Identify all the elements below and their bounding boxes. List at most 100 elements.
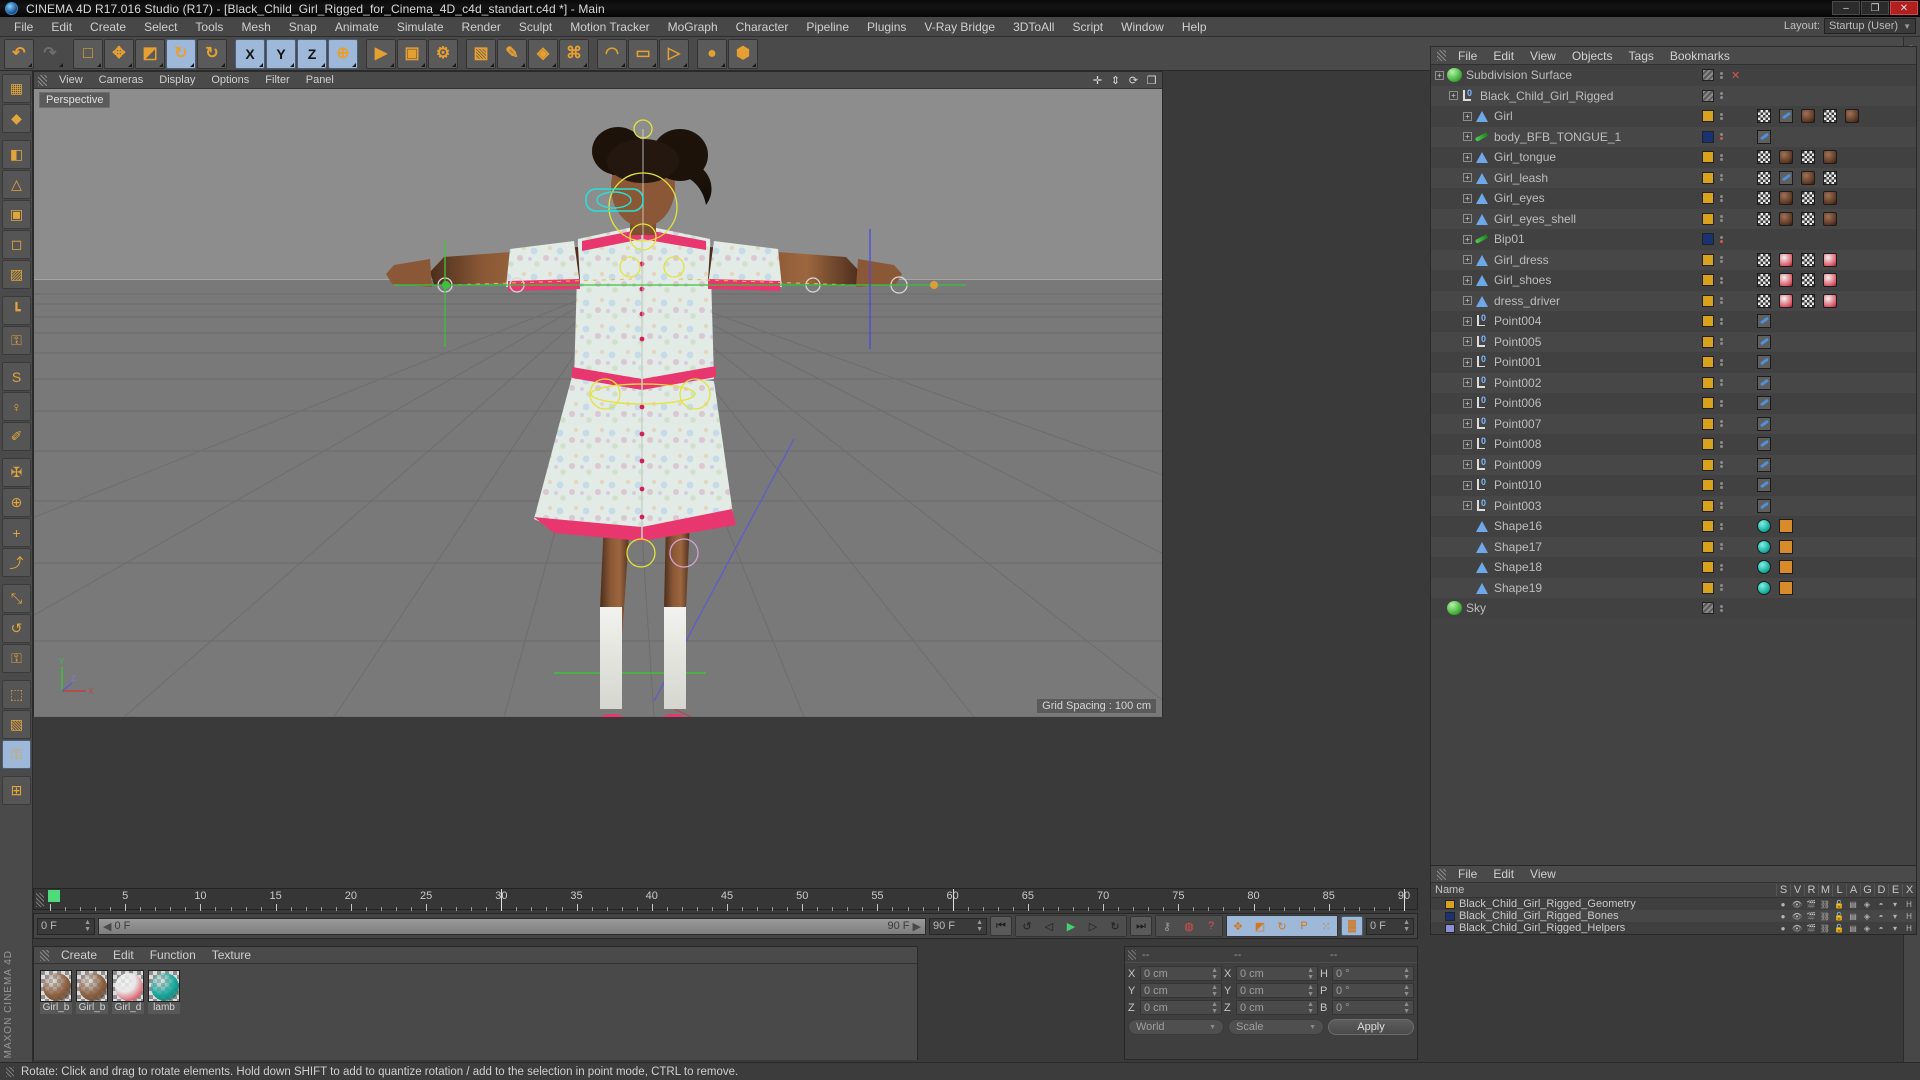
visibility-dots[interactable] bbox=[1720, 522, 1723, 530]
workplane-tool[interactable]: ┗ bbox=[2, 296, 31, 325]
scale-button[interactable]: ◩ bbox=[135, 38, 165, 69]
keyframe-selection-button[interactable]: ? bbox=[1200, 916, 1222, 936]
object-row-tags[interactable] bbox=[1696, 188, 1916, 209]
layer-column-a[interactable]: A bbox=[1846, 884, 1860, 896]
layer-color-swatch[interactable] bbox=[1702, 171, 1714, 184]
expand-toggle-icon[interactable]: + bbox=[1449, 91, 1458, 101]
timeline-current-frame-marker[interactable] bbox=[48, 890, 60, 902]
texture-axis-tool[interactable]: ▦ bbox=[2, 74, 31, 103]
menu-sculpt[interactable]: Sculpt bbox=[510, 17, 561, 37]
bend-deformer-button[interactable]: ◠ bbox=[597, 38, 627, 69]
object-tag-checker-icon[interactable] bbox=[1757, 109, 1771, 124]
expand-toggle-icon[interactable]: + bbox=[1463, 439, 1472, 449]
stepper-icon[interactable]: ▲ ▼ bbox=[1211, 984, 1218, 998]
minimize-button[interactable]: – bbox=[1832, 1, 1860, 15]
object-tag-checker-icon[interactable] bbox=[1801, 150, 1815, 165]
editor-visibility-dot[interactable] bbox=[1720, 235, 1723, 239]
autokey-button[interactable]: ◍ bbox=[1178, 916, 1200, 936]
expand-toggle-icon[interactable]: + bbox=[1463, 152, 1472, 162]
snap-tool[interactable]: S bbox=[2, 362, 31, 391]
apply-button[interactable]: Apply bbox=[1328, 1019, 1414, 1035]
object-tag-wrench-icon[interactable] bbox=[1757, 375, 1771, 390]
render-visibility-dot[interactable] bbox=[1720, 485, 1723, 489]
animation-layer-tool[interactable]: ⬚ bbox=[2, 680, 31, 709]
visibility-dots[interactable] bbox=[1720, 604, 1723, 612]
layer-color-swatch[interactable] bbox=[1702, 253, 1714, 266]
dropdown-corner-icon[interactable] bbox=[321, 62, 325, 67]
render-visibility-dot[interactable] bbox=[1720, 321, 1723, 325]
object-tag-skin-icon[interactable] bbox=[1801, 109, 1815, 124]
layer-color-swatch[interactable] bbox=[1702, 274, 1714, 287]
stepper-icon[interactable]: ▲ ▼ bbox=[976, 919, 983, 933]
editor-visibility-dot[interactable] bbox=[1720, 563, 1723, 567]
object-tag-wrench-icon[interactable] bbox=[1757, 416, 1771, 431]
menu-mesh[interactable]: Mesh bbox=[232, 17, 279, 37]
layer-column-v[interactable]: V bbox=[1790, 884, 1804, 896]
visibility-dots[interactable] bbox=[1720, 276, 1723, 284]
object-tag-wrench-icon[interactable] bbox=[1757, 498, 1771, 513]
dropdown-corner-icon[interactable] bbox=[752, 62, 756, 67]
layer-color-swatch[interactable] bbox=[1702, 417, 1714, 430]
object-tag-skin-icon[interactable] bbox=[1779, 191, 1793, 206]
axis-y-button[interactable]: Y bbox=[266, 38, 296, 69]
light-button[interactable]: ● bbox=[697, 38, 727, 69]
dropdown-corner-icon[interactable] bbox=[521, 62, 525, 67]
layer-toggle-r-icon[interactable]: 🎬 bbox=[1804, 924, 1818, 933]
dropdown-corner-icon[interactable] bbox=[583, 62, 587, 67]
panel-grip-icon[interactable] bbox=[36, 893, 44, 907]
layer-toggle-l-icon[interactable]: 🔓 bbox=[1832, 924, 1846, 933]
layer-color-swatch[interactable] bbox=[1702, 499, 1714, 512]
layer-column-e[interactable]: E bbox=[1888, 884, 1902, 896]
object-tag-dotgray-icon[interactable] bbox=[1779, 580, 1793, 595]
visibility-dots[interactable] bbox=[1720, 440, 1723, 448]
stepper-icon[interactable]: ▲ ▼ bbox=[1307, 967, 1314, 981]
editor-visibility-dot[interactable] bbox=[1720, 502, 1723, 506]
model-mode-tool[interactable]: ▣ bbox=[2, 200, 31, 229]
layer-color-swatch[interactable] bbox=[1702, 192, 1714, 205]
viewport-menu-options[interactable]: Options bbox=[203, 72, 257, 89]
render-visibility-dot[interactable] bbox=[1720, 526, 1723, 530]
visibility-dots[interactable] bbox=[1720, 256, 1723, 264]
layer-toggle-m-icon[interactable]: ⛓ bbox=[1818, 900, 1832, 909]
timeline-scrubber[interactable]: ◀ 0 F 90 F ▶ bbox=[98, 917, 926, 935]
expand-toggle-icon[interactable]: + bbox=[1463, 501, 1472, 511]
viewport-menu-view[interactable]: View bbox=[51, 72, 91, 89]
expand-toggle-icon[interactable]: + bbox=[1463, 111, 1472, 121]
layer-column-g[interactable]: G bbox=[1860, 884, 1874, 896]
object-row[interactable]: +0 Point005 bbox=[1431, 331, 1696, 352]
object-row[interactable]: + body_BFB_TONGUE_1 bbox=[1431, 126, 1696, 147]
layer-menu-file[interactable]: File bbox=[1450, 866, 1485, 883]
enable-axis-tool[interactable]: ⊕ bbox=[2, 488, 31, 517]
expand-toggle-icon[interactable]: + bbox=[1463, 255, 1472, 265]
next-key-button[interactable]: ▷ bbox=[1082, 916, 1104, 936]
menu-create[interactable]: Create bbox=[81, 17, 135, 37]
layer-color-swatch[interactable] bbox=[1702, 581, 1714, 594]
render-visibility-dot[interactable] bbox=[1720, 465, 1723, 469]
point-level-animation-button[interactable]: ⁙ bbox=[1315, 916, 1337, 936]
object-tag-checker-icon[interactable] bbox=[1757, 252, 1771, 267]
layer-color-swatch[interactable] bbox=[1445, 899, 1455, 909]
object-tag-dotgray-icon[interactable] bbox=[1779, 539, 1793, 554]
cube-primitive-button[interactable]: ▧ bbox=[466, 38, 496, 69]
current-frame-field[interactable]: 0 F ▲ ▼ bbox=[37, 917, 95, 935]
object-row[interactable]: +0 Point006 bbox=[1431, 393, 1696, 414]
editor-visibility-dot[interactable] bbox=[1720, 379, 1723, 383]
layer-row[interactable]: Black_Child_Girl_Rigged_Bones ● 👁 🎬 ⛓ 🔓 ▤ ◈ ◓ ▾ H bbox=[1431, 910, 1916, 922]
layer-toggle-a-icon[interactable]: ▤ bbox=[1846, 912, 1860, 921]
object-tag-checker-icon[interactable] bbox=[1823, 109, 1837, 124]
object-tag-wrench-icon[interactable] bbox=[1757, 355, 1771, 370]
material-item[interactable]: lamb bbox=[148, 970, 180, 1054]
go-to-start-button[interactable]: ⏮ bbox=[990, 916, 1012, 936]
object-row-tags[interactable] bbox=[1696, 352, 1916, 373]
menu-render[interactable]: Render bbox=[453, 17, 510, 37]
visibility-dots[interactable] bbox=[1720, 543, 1723, 551]
render-visibility-dot[interactable] bbox=[1720, 547, 1723, 551]
expand-toggle-icon[interactable]: + bbox=[1463, 234, 1472, 244]
layer-column-m[interactable]: M bbox=[1818, 884, 1832, 896]
editor-visibility-dot[interactable] bbox=[1720, 194, 1723, 198]
object-row[interactable]: +0 Point003 bbox=[1431, 495, 1696, 516]
stepper-icon[interactable]: ▲ ▼ bbox=[1211, 1001, 1218, 1015]
object-tag-checker-icon[interactable] bbox=[1757, 170, 1771, 185]
object-tag-dress-icon[interactable] bbox=[1779, 293, 1793, 308]
move-axis-tool[interactable]: ⤴ bbox=[2, 548, 31, 577]
